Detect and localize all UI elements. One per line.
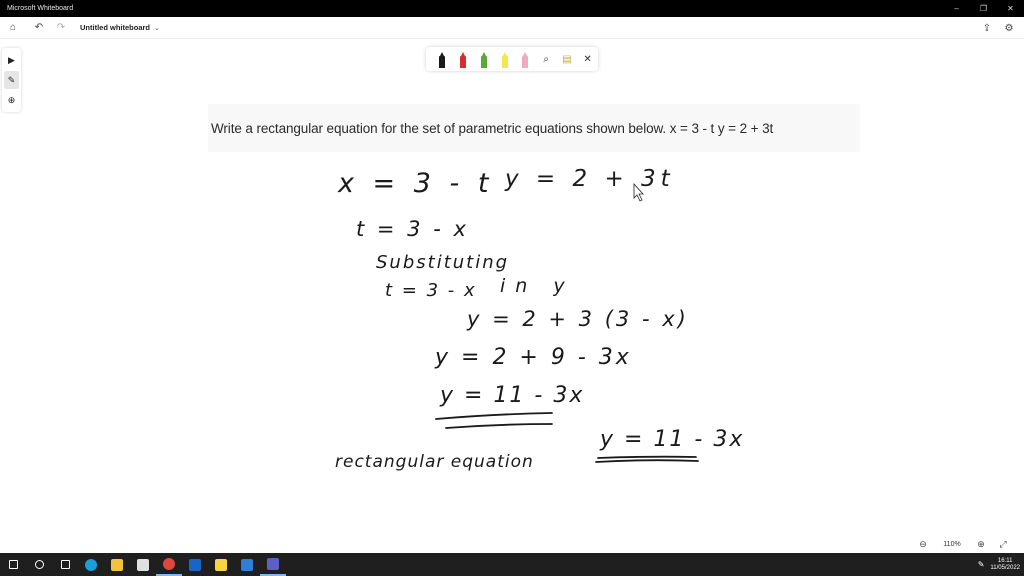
underline-1 — [435, 412, 553, 420]
sticky-notes-icon-glyph — [215, 558, 227, 571]
system-tray: ✎ 16:11 11/05/2022 — [978, 553, 1020, 576]
zoom-in-icon[interactable]: ⊕ — [970, 536, 992, 552]
taskbar: ✎ 16:11 11/05/2022 — [0, 553, 1024, 576]
ink-rectangular-label: rectangular equation — [335, 452, 534, 472]
search-icon[interactable] — [26, 553, 52, 576]
fit-to-screen-icon[interactable]: ⤢ — [992, 536, 1014, 552]
edge-icon-glyph — [85, 558, 97, 571]
ink-final-answer: y = 11 - 3x — [599, 427, 744, 452]
ink-line-4-right: in y — [500, 275, 575, 297]
answer-underline-2 — [597, 455, 697, 459]
chrome-icon-glyph — [163, 557, 175, 570]
mail-icon[interactable] — [234, 553, 260, 576]
ink-line-1-right: y = 2 + 3t — [504, 166, 675, 192]
pen-tray-icon[interactable]: ✎ — [978, 560, 985, 569]
windows-start-icon-glyph — [8, 560, 18, 569]
ink-line-5: y = 2 + 3 (3 - x) — [466, 307, 689, 331]
handwriting: x = 3 - t y = 2 + 3t t = 3 - x Substitut… — [335, 166, 744, 472]
ink-line-4-left: t = 3 - x — [385, 280, 477, 301]
chrome-icon[interactable] — [156, 553, 182, 576]
ink-line-7: y = 11 - 3x — [439, 383, 584, 408]
mail-icon-glyph — [241, 558, 253, 571]
file-explorer-icon-glyph — [111, 558, 123, 571]
ink-line-6: y = 2 + 9 - 3x — [434, 345, 632, 370]
whiteboard-window: Microsoft Whiteboard – ❐ ✕ ⌂ ↶ ↷ Untitle… — [0, 0, 1024, 576]
handwriting-canvas[interactable]: x = 3 - t y = 2 + 3t t = 3 - x Substitut… — [0, 0, 1024, 553]
file-explorer-icon[interactable] — [104, 553, 130, 576]
clock[interactable]: 16:11 11/05/2022 — [990, 558, 1020, 572]
zoom-out-icon[interactable]: ⊖ — [912, 536, 934, 552]
clock-date: 11/05/2022 — [990, 564, 1020, 571]
answer-underline-1 — [595, 459, 699, 463]
ink-line-3: Substituting — [376, 252, 509, 273]
task-view-icon[interactable] — [52, 553, 78, 576]
clock-time: 16:11 — [997, 557, 1013, 564]
zoom-level[interactable]: 110% — [934, 541, 970, 548]
sticky-notes-icon[interactable] — [208, 553, 234, 576]
search-icon-glyph — [34, 560, 44, 569]
teams-icon-glyph — [267, 557, 279, 570]
ink-line-2: t = 3 - x — [356, 217, 469, 241]
ink-line-1-left: x = 3 - t — [337, 168, 493, 199]
windows-start-icon[interactable] — [0, 553, 26, 576]
edge-icon[interactable] — [78, 553, 104, 576]
zoom-controls: ⊖ 110% ⊕ ⤢ — [912, 536, 1014, 552]
task-view-icon-glyph — [60, 560, 70, 569]
taskbar-apps — [0, 553, 286, 576]
store-icon-glyph — [137, 558, 149, 571]
teams-icon[interactable] — [260, 553, 286, 576]
underline-2 — [445, 423, 553, 429]
outlook-icon[interactable] — [182, 553, 208, 576]
store-icon[interactable] — [130, 553, 156, 576]
outlook-icon-glyph — [189, 558, 201, 571]
